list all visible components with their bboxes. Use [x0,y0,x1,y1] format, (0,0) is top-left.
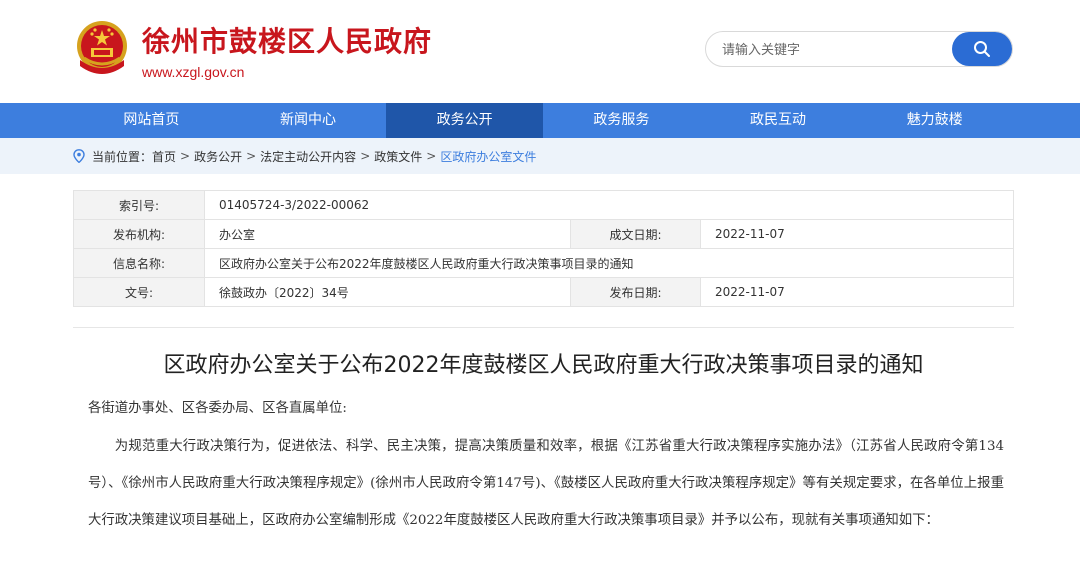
created-date-label: 成文日期: [570,219,701,249]
breadcrumb-separator: > [426,149,437,163]
nav-item-gov-affairs-disclosure[interactable]: 政务公开 [386,103,544,138]
publisher-label: 发布机构: [73,219,205,249]
breadcrumb-gov-affairs[interactable]: 政务公开 [194,148,242,165]
publish-date-value: 2022-11-07 [700,277,1014,307]
breadcrumb: 当前位置： 首页 > 政务公开 > 法定主动公开内容 > 政策文件 > 区政府办… [73,138,536,174]
info-name-value: 区政府办公室关于公布2022年度鼓楼区人民政府重大行政决策事项目录的通知 [204,248,1014,278]
search-button[interactable] [952,32,1012,66]
divider [73,327,1014,328]
location-pin-icon [73,149,85,163]
table-row: 发布机构: 办公室 成文日期: 2022-11-07 [73,219,1014,249]
site-title[interactable]: 徐州市鼓楼区人民政府 [142,24,432,60]
article-title: 区政府办公室关于公布2022年度鼓楼区人民政府重大行政决策事项目录的通知 [163,353,924,378]
search-icon [974,41,990,57]
nav-item-gov-services[interactable]: 政务服务 [543,103,700,138]
table-row: 索引号: 01405724-3/2022-00062 [73,190,1014,220]
document-info-table: 索引号: 01405724-3/2022-00062 发布机构: 办公室 成文日… [73,190,1014,307]
breadcrumb-separator: > [246,149,257,163]
index-value: 01405724-3/2022-00062 [204,190,1014,220]
breadcrumb-legal-disclosure[interactable]: 法定主动公开内容 [260,148,356,165]
publish-date-label: 发布日期: [570,277,701,307]
breadcrumb-home[interactable]: 首页 [152,148,176,165]
created-date-value: 2022-11-07 [700,219,1014,249]
doc-number-value: 徐鼓政办〔2022〕34号 [204,277,571,307]
breadcrumb-separator: > [360,149,371,163]
search-input[interactable] [722,39,942,61]
breadcrumb-bar: 当前位置： 首页 > 政务公开 > 法定主动公开内容 > 政策文件 > 区政府办… [0,138,1080,174]
breadcrumb-current[interactable]: 区政府办公室文件 [440,148,536,165]
site-url[interactable]: www.xzgl.gov.cn [142,63,244,81]
article-paragraph: 为规范重大行政决策行为，促进依法、科学、民主决策，提高决策质量和效率，根据《江苏… [88,439,1004,528]
nav-item-charm-gulou[interactable]: 魅力鼓楼 [856,103,1013,138]
info-name-label: 信息名称: [73,248,205,278]
article-body: 各街道办事处、区各委办局、区各直属单位: 为规范重大行政决策行为，促进依法、科学… [88,396,1004,539]
site-header: 徐州市鼓楼区人民政府 www.xzgl.gov.cn [0,0,1080,103]
national-emblem-logo[interactable] [74,20,130,80]
search-box [705,31,1013,67]
breadcrumb-separator: > [180,149,191,163]
nav-item-interaction[interactable]: 政民互动 [700,103,857,138]
breadcrumb-policy-docs[interactable]: 政策文件 [374,148,422,165]
doc-number-label: 文号: [73,277,205,307]
article-salutation: 各街道办事处、区各委办局、区各直属单位: [88,401,347,416]
table-row: 信息名称: 区政府办公室关于公布2022年度鼓楼区人民政府重大行政决策事项目录的… [73,248,1014,278]
index-label: 索引号: [73,190,205,220]
main-nav: 网站首页 新闻中心 政务公开 政务服务 政民互动 魅力鼓楼 [0,103,1080,138]
table-row: 文号: 徐鼓政办〔2022〕34号 发布日期: 2022-11-07 [73,277,1014,307]
publisher-value: 办公室 [204,219,571,249]
breadcrumb-prefix: 当前位置： [92,149,153,164]
nav-item-home[interactable]: 网站首页 [73,103,230,138]
nav-item-news[interactable]: 新闻中心 [230,103,387,138]
